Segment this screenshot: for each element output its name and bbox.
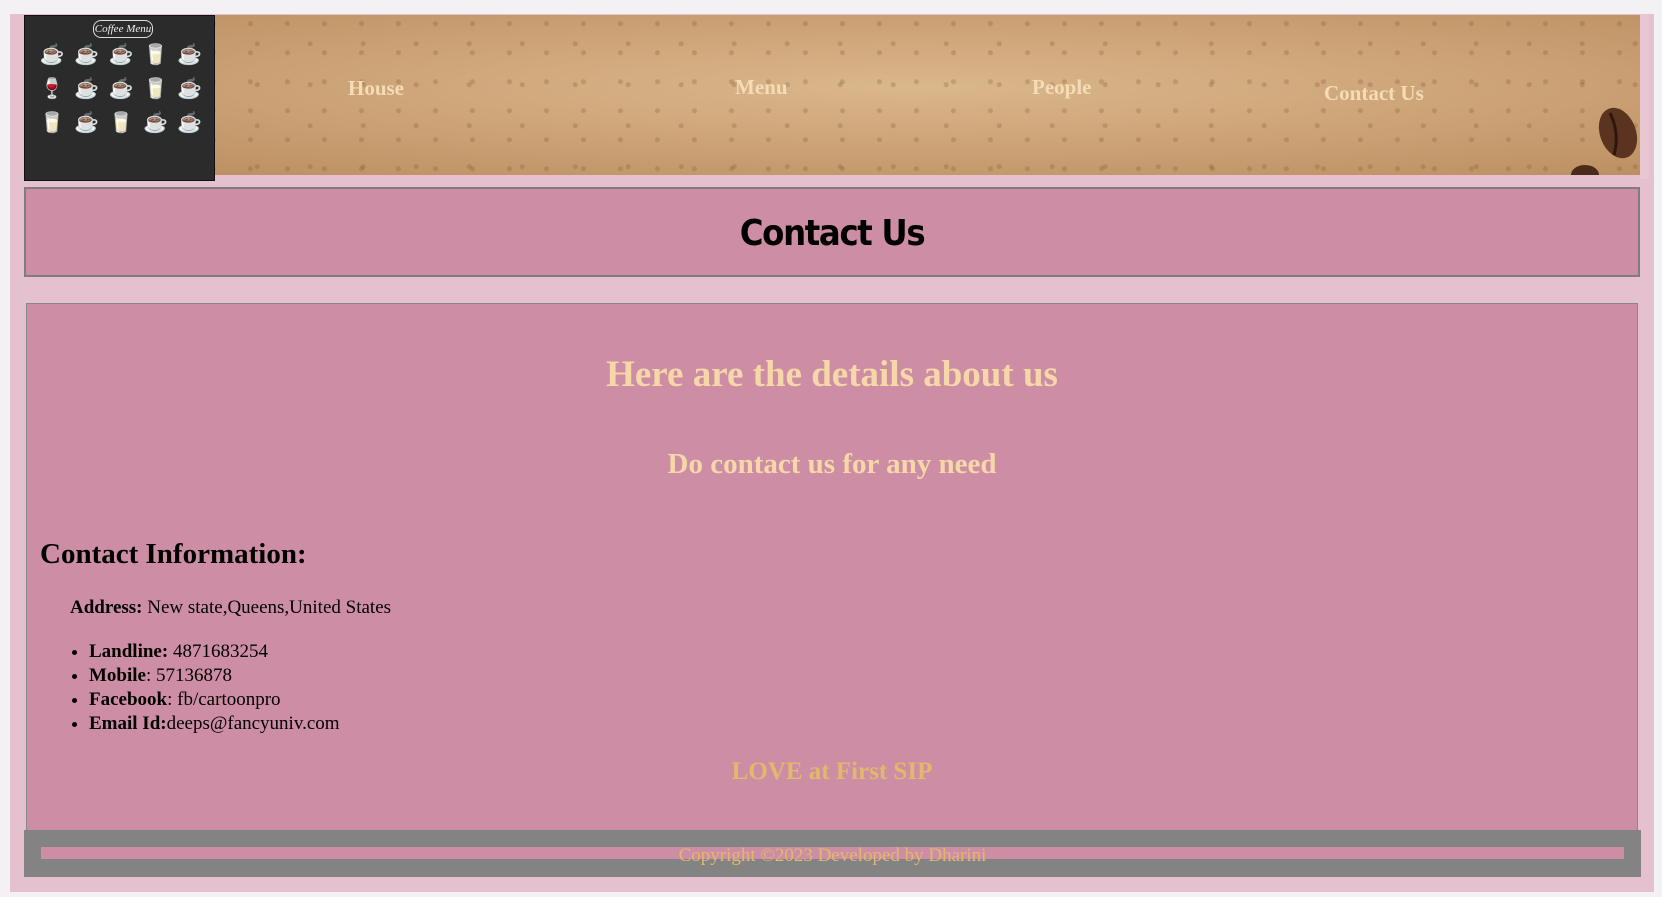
address-value: New state,Queens,United States: [142, 597, 392, 618]
list-item-email: Email Id:deeps@fancyuniv.com: [89, 712, 340, 736]
cup-icon: ☕: [108, 44, 134, 66]
cup-icon: ☕: [74, 78, 100, 100]
glass-icon: 🍷: [39, 78, 65, 100]
cup-icon: ☕: [108, 78, 134, 100]
list-item-mobile: Mobile: 57136878: [89, 664, 340, 688]
logo-cup-grid: ☕ ☕ ☕ 🥛 ☕ 🍷 ☕ ☕ 🥛 ☕ 🥛 ☕ 🥛 ☕ ☕: [35, 42, 207, 136]
cup-icon: ☕: [74, 44, 100, 66]
facebook-value: : fb/cartoonpro: [167, 689, 281, 710]
list-item-facebook: Facebook: fb/cartoonpro: [89, 688, 340, 712]
glass-icon: 🥛: [142, 44, 168, 66]
nav-link-contact-us[interactable]: Contact Us: [1324, 81, 1424, 106]
cup-icon: ☕: [39, 44, 65, 66]
logo-title: Coffee Menu: [93, 20, 153, 38]
facebook-label: Facebook: [89, 689, 168, 710]
landline-value: 4871683254: [168, 641, 268, 662]
cup-icon: ☕: [177, 78, 203, 100]
page-title: Contact Us: [739, 213, 926, 254]
nav-link-menu[interactable]: Menu: [735, 75, 788, 100]
nav-link-people[interactable]: People: [1032, 75, 1091, 100]
tagline: LOVE at First SIP: [731, 758, 933, 785]
mobile-value: : 57136878: [146, 665, 233, 686]
coffee-menu-logo[interactable]: Coffee Menu ☕ ☕ ☕ 🥛 ☕ 🍷 ☕ ☕ 🥛 ☕ 🥛 ☕ 🥛 ☕ …: [24, 15, 215, 181]
email-value: deeps@fancyuniv.com: [166, 713, 340, 734]
glass-icon: 🥛: [142, 78, 168, 100]
address-line: Address: New state,Queens,United States: [70, 597, 391, 619]
copyright-text: Copyright ©2023 Developed by Dharini: [678, 845, 987, 866]
frame-strip: [1640, 14, 1649, 179]
mobile-label: Mobile: [89, 665, 146, 686]
list-item-landline: Landline: 4871683254: [89, 640, 340, 664]
glass-icon: 🥛: [108, 112, 134, 134]
cup-icon: ☕: [74, 112, 100, 134]
contact-content-panel: Here are the details about us Do contact…: [26, 303, 1638, 831]
contact-info-heading: Contact Information:: [40, 538, 307, 570]
address-label: Address:: [70, 597, 143, 618]
email-label: Email Id:: [89, 713, 167, 734]
glass-icon: 🥛: [39, 112, 65, 134]
contact-list: Landline: 4871683254 Mobile: 57136878 Fa…: [70, 640, 340, 736]
page-title-box: Contact Us: [24, 187, 1640, 277]
cup-icon: ☕: [142, 112, 168, 134]
cup-icon: ☕: [177, 44, 203, 66]
coffee-beans-image: [1571, 107, 1638, 175]
cup-icon: ☕: [177, 112, 203, 134]
landline-label: Landline:: [89, 641, 169, 662]
footer: Copyright ©2023 Developed by Dharini: [24, 830, 1641, 877]
contact-subheading: Do contact us for any need: [667, 448, 997, 480]
nav-link-house[interactable]: House: [348, 76, 404, 101]
details-heading: Here are the details about us: [606, 354, 1058, 395]
